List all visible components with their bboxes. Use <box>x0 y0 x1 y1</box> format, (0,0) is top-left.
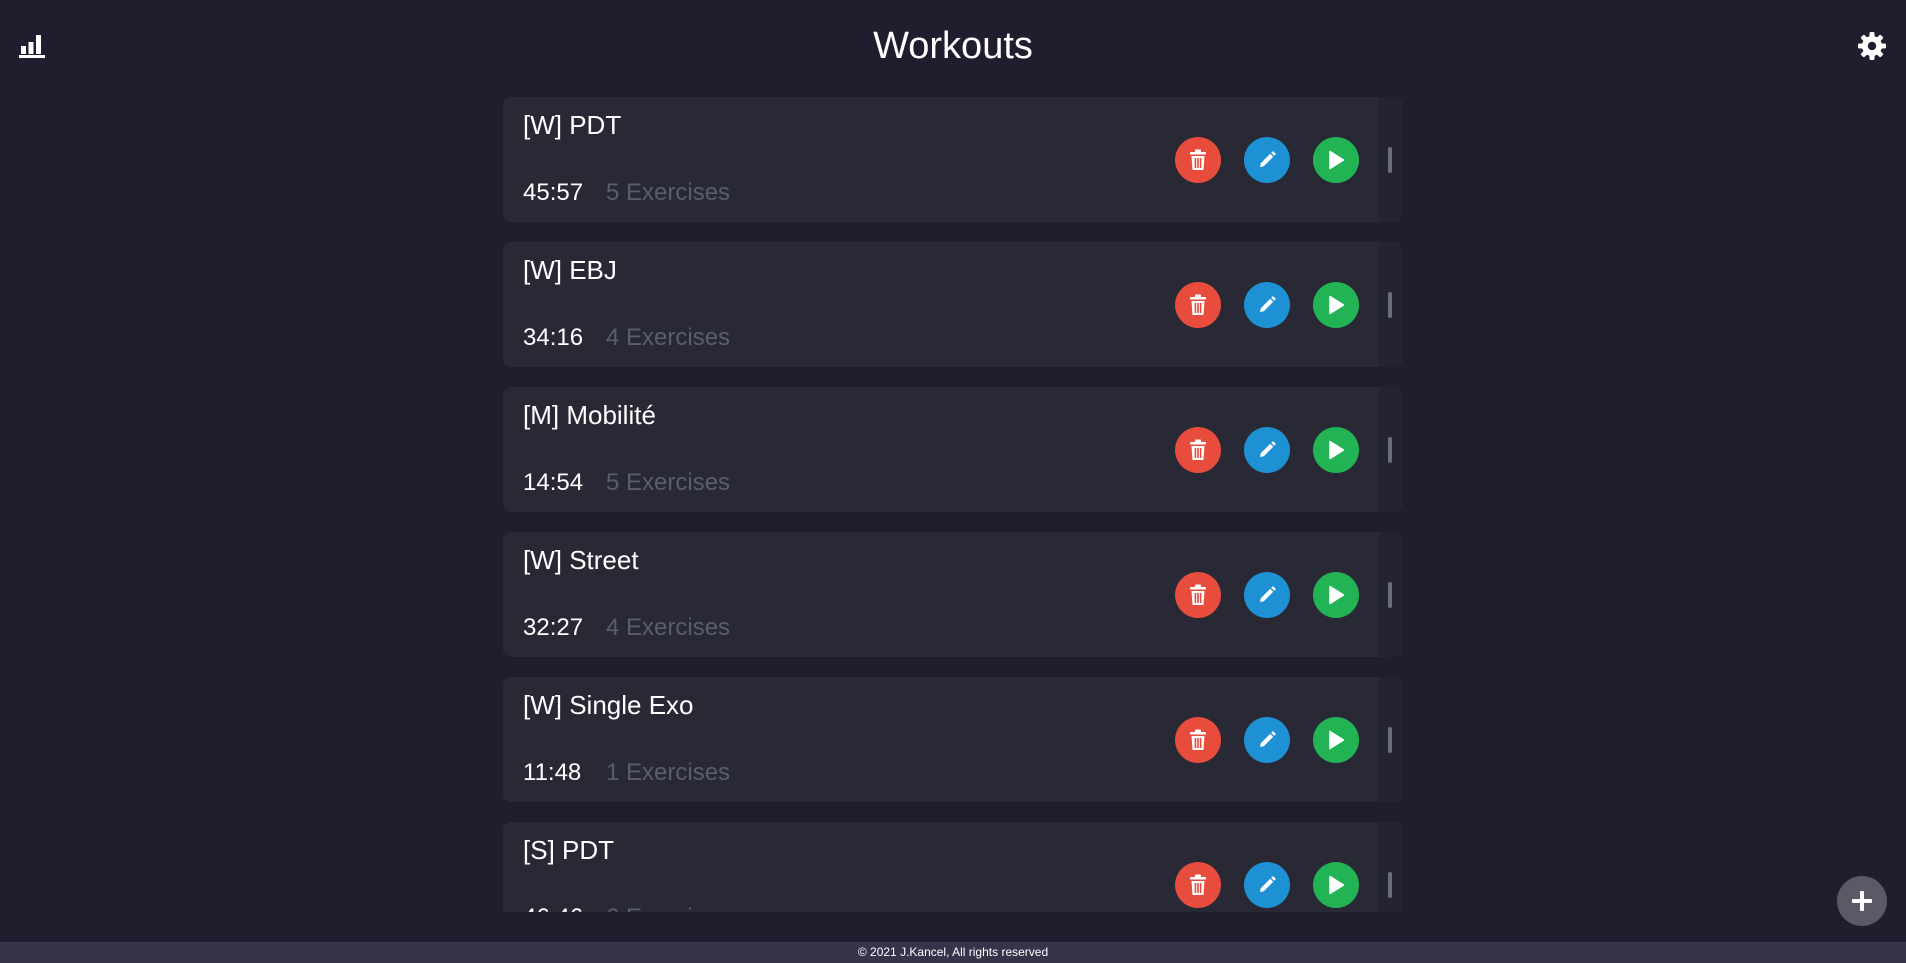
delete-workout-button[interactable] <box>1175 572 1221 618</box>
drag-handle[interactable] <box>1379 677 1403 802</box>
workout-card[interactable]: [M] Mobilité 14:54 5 Exercises <box>503 387 1403 512</box>
workout-duration: 45:57 <box>523 179 584 206</box>
delete-workout-button[interactable] <box>1175 717 1221 763</box>
page-title: Workouts <box>873 25 1033 67</box>
trash-icon <box>1190 584 1206 605</box>
workout-exercise-count: 5 Exercises <box>606 179 731 206</box>
start-workout-button[interactable] <box>1313 137 1359 183</box>
drag-grip <box>1388 292 1392 318</box>
pencil-icon <box>1260 731 1276 747</box>
app-root: Workouts [W] PDT 45:57 5 Exercises [W] E… <box>0 0 1906 963</box>
workout-duration: 46:46 <box>523 903 583 912</box>
workout-card[interactable]: [W] Street 32:27 4 Exercises <box>503 532 1403 657</box>
play-icon <box>1329 295 1345 315</box>
edit-workout-button[interactable] <box>1244 717 1290 763</box>
workout-card[interactable]: [W] Single Exo 11:48 1 Exercises <box>503 677 1403 802</box>
workout-exercise-count: 5 Exercises <box>606 469 731 496</box>
workout-name: [W] EBJ <box>523 255 617 285</box>
delete-workout-button[interactable] <box>1175 427 1221 473</box>
drag-grip <box>1388 437 1392 463</box>
drag-handle[interactable] <box>1379 387 1403 512</box>
trash-icon <box>1190 439 1206 460</box>
settings-button[interactable] <box>1856 30 1888 62</box>
workout-name: [M] Mobilité <box>523 400 656 430</box>
app-header: Workouts <box>0 0 1906 94</box>
workout-exercise-count: 6 Exercises <box>606 903 730 912</box>
play-icon <box>1329 730 1345 750</box>
workout-exercise-count: 1 Exercises <box>606 759 731 786</box>
workout-duration: 32:27 <box>523 614 584 641</box>
workout-card[interactable]: [W] PDT 45:57 5 Exercises <box>503 97 1403 222</box>
edit-workout-button[interactable] <box>1244 862 1290 908</box>
workout-name: [S] PDT <box>523 835 615 865</box>
start-workout-button[interactable] <box>1313 572 1359 618</box>
trash-icon <box>1190 149 1206 170</box>
edit-workout-button[interactable] <box>1244 137 1290 183</box>
workout-duration: 34:16 <box>523 324 584 351</box>
edit-workout-button[interactable] <box>1244 427 1290 473</box>
pencil-icon <box>1260 296 1276 312</box>
trash-icon <box>1190 729 1206 750</box>
start-workout-button[interactable] <box>1313 427 1359 473</box>
play-icon <box>1329 150 1345 170</box>
workout-name: [W] Street <box>523 545 639 575</box>
workout-actions <box>1175 427 1403 473</box>
workout-list[interactable]: [W] PDT 45:57 5 Exercises [W] EBJ 34:16 … <box>503 97 1403 912</box>
workout-actions <box>1175 137 1403 183</box>
delete-workout-button[interactable] <box>1175 862 1221 908</box>
plus-icon <box>1852 891 1872 911</box>
gear-icon <box>1858 32 1886 60</box>
workout-actions <box>1175 572 1403 618</box>
workout-duration: 14:54 <box>523 469 584 496</box>
drag-handle[interactable] <box>1379 822 1403 912</box>
play-icon <box>1329 440 1345 460</box>
workout-name: [W] PDT <box>523 110 622 140</box>
workout-exercise-count: 4 Exercises <box>606 614 731 641</box>
footer: © 2021 J.Kancel, All rights reserved <box>0 942 1906 963</box>
drag-grip <box>1388 582 1392 608</box>
workout-name: [W] Single Exo <box>523 690 694 720</box>
workout-card[interactable]: [S] PDT 46:46 6 Exercises <box>503 822 1403 912</box>
workout-duration: 11:48 <box>523 759 582 786</box>
drag-grip <box>1388 727 1392 753</box>
drag-grip <box>1388 872 1392 898</box>
start-workout-button[interactable] <box>1313 862 1359 908</box>
drag-handle[interactable] <box>1379 242 1403 367</box>
start-workout-button[interactable] <box>1313 282 1359 328</box>
edit-workout-button[interactable] <box>1244 572 1290 618</box>
pencil-icon <box>1260 441 1276 457</box>
workout-actions <box>1175 862 1403 908</box>
workout-actions <box>1175 282 1403 328</box>
delete-workout-button[interactable] <box>1175 282 1221 328</box>
workout-exercise-count: 4 Exercises <box>606 324 731 351</box>
workout-actions <box>1175 717 1403 763</box>
trash-icon <box>1190 874 1206 895</box>
copyright-text: © 2021 J.Kancel, All rights reserved <box>857 945 1049 959</box>
delete-workout-button[interactable] <box>1175 137 1221 183</box>
drag-handle[interactable] <box>1379 97 1403 222</box>
pencil-icon <box>1260 586 1276 602</box>
play-icon <box>1329 875 1345 895</box>
drag-handle[interactable] <box>1379 532 1403 657</box>
workout-card[interactable]: [W] EBJ 34:16 4 Exercises <box>503 242 1403 367</box>
pencil-icon <box>1260 876 1276 892</box>
add-workout-button[interactable] <box>1837 876 1887 926</box>
trash-icon <box>1190 294 1206 315</box>
play-icon <box>1329 585 1345 605</box>
drag-grip <box>1388 147 1392 173</box>
pencil-icon <box>1260 151 1276 167</box>
start-workout-button[interactable] <box>1313 717 1359 763</box>
edit-workout-button[interactable] <box>1244 282 1290 328</box>
